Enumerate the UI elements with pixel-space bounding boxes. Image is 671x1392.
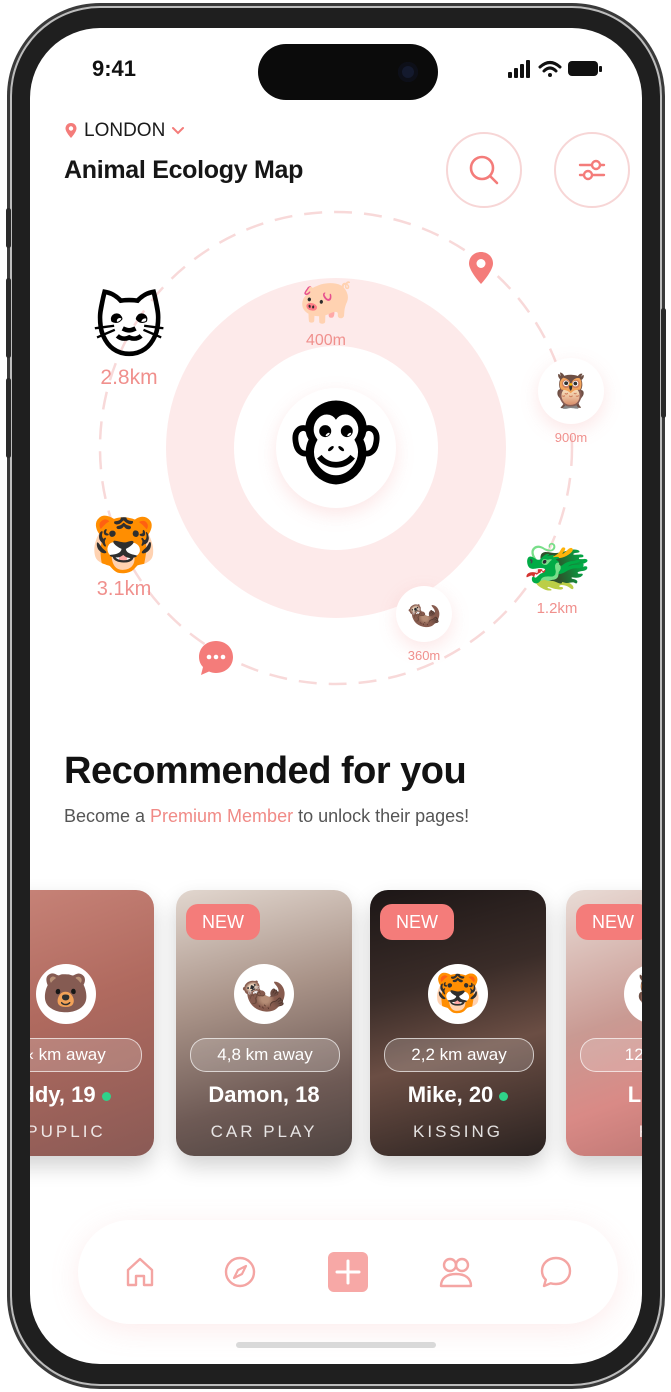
filter-button[interactable]	[554, 132, 630, 208]
new-badge: NEW	[186, 904, 260, 940]
chat-bubble-icon[interactable]	[196, 638, 236, 678]
nav-messages[interactable]	[534, 1250, 578, 1294]
search-icon	[469, 155, 499, 185]
page-title: Animal Ecology Map	[64, 156, 304, 184]
new-badge: NEW	[380, 904, 454, 940]
premium-member-link[interactable]: Premium Member	[150, 806, 293, 826]
map-animal-emoji: 🦉	[549, 372, 593, 410]
card-avatar: 🐻	[36, 964, 96, 1024]
filter-icon	[578, 159, 606, 181]
map-animal-emoji: 🐖	[298, 277, 354, 326]
home-indicator	[236, 1342, 436, 1348]
card-name: Look	[627, 1082, 642, 1107]
map-animal-tiger[interactable]: 🐯 3.1km	[66, 518, 182, 601]
nav-add[interactable]	[326, 1250, 370, 1294]
center-animal-emoji: 🐵	[285, 398, 387, 497]
battery-icon	[568, 61, 602, 76]
volume-up-button	[6, 278, 11, 358]
profile-card[interactable]: W 🐻 ‹ km away ddy, 19 PUPLIC	[30, 890, 154, 1156]
map-animal-distance: 360m	[407, 648, 441, 663]
nav-community[interactable]	[434, 1250, 478, 1294]
app-screen: 9:41 LONDON Animal Ecology Map 🐵 🐱 2.8km…	[30, 28, 642, 1364]
home-icon	[126, 1257, 154, 1287]
online-indicator	[101, 1091, 111, 1101]
subtitle-text-pre: Become a	[64, 806, 151, 826]
card-avatar: 🦉	[624, 964, 642, 1024]
new-badge: NEW	[576, 904, 642, 940]
map-animal-emoji: 🐲	[522, 534, 592, 597]
power-button	[661, 308, 666, 418]
map-animal-distance: 900m	[554, 430, 588, 445]
map-pin-icon[interactable]	[466, 250, 496, 286]
recommended-title: Recommended for you	[64, 750, 467, 792]
profile-card[interactable]: NEW 🦦 4,8 km away Damon, 18 CAR PLAY	[176, 890, 352, 1156]
card-tag: KO	[566, 1122, 642, 1142]
volume-down-button	[6, 378, 11, 458]
people-icon	[439, 1257, 473, 1288]
map-animal-emoji: 🦦	[406, 598, 442, 629]
map-animal-distance: 400m	[305, 332, 347, 349]
card-name: Damon, 18	[208, 1082, 320, 1107]
wifi-icon	[538, 61, 562, 77]
map-animal-pig[interactable]: 🐖 400m	[282, 280, 370, 350]
profile-card[interactable]: NEW 🦉 12,5 km Look KO	[566, 890, 642, 1156]
ecology-map[interactable]: 🐵 🐱 2.8km 🐖 400m 🦉 900m 🐯 3.1km 🦦 360m 🐲…	[30, 208, 642, 728]
card-tag: CAR PLAY	[210, 1122, 318, 1141]
map-animal-cat[interactable]: 🐱 2.8km	[74, 292, 184, 390]
mute-switch	[6, 208, 11, 248]
dynamic-island	[258, 44, 438, 100]
chevron-down-icon	[172, 127, 185, 135]
nav-home[interactable]	[118, 1250, 162, 1294]
card-distance: ‹ km away	[30, 1038, 142, 1072]
subtitle-text-post: to unlock their pages!	[293, 806, 470, 826]
map-animal-dragon[interactable]: 🐲 1.2km	[514, 534, 600, 618]
card-name-text: Mike, 20	[407, 1082, 494, 1107]
card-tag: PUPLIC	[30, 1122, 106, 1141]
location-label: LONDON	[84, 120, 166, 141]
message-icon	[540, 1256, 572, 1288]
card-distance: 2,2 km away	[384, 1038, 534, 1072]
card-avatar: 🐯	[428, 964, 488, 1024]
search-button[interactable]	[446, 132, 522, 208]
map-animal-emoji: 🐱	[92, 288, 166, 366]
center-animal[interactable]: 🐵	[276, 388, 396, 508]
map-animal-owl[interactable]: 🦉	[538, 358, 604, 424]
map-animal-distance: 2.8km	[100, 366, 158, 389]
recommended-carousel[interactable]: W 🐻 ‹ km away ddy, 19 PUPLIC NEW 🦦 4,8 k…	[30, 890, 642, 1160]
map-animal-otter[interactable]: 🦦	[396, 586, 452, 642]
plus-icon	[328, 1252, 368, 1292]
bottom-nav	[78, 1220, 618, 1324]
recommended-subtitle: Become a Premium Member to unlock their …	[64, 806, 469, 827]
map-animal-distance: 1.2km	[536, 600, 578, 617]
profile-card[interactable]: NEW 🐯 2,2 km away Mike, 20 KISSING	[370, 890, 546, 1156]
card-name-text: ddy, 19	[30, 1082, 96, 1107]
card-distance: 12,5 km	[580, 1038, 642, 1072]
status-icons	[498, 56, 608, 82]
online-indicator	[499, 1091, 509, 1101]
status-time: 9:41	[92, 56, 137, 81]
card-avatar: 🦦	[234, 964, 294, 1024]
signal-icon	[508, 60, 530, 78]
map-animal-distance: 3.1km	[96, 578, 152, 600]
location-pin-icon	[65, 123, 77, 138]
map-animal-emoji: 🐯	[90, 515, 158, 575]
card-name: Mike, 20	[370, 1082, 546, 1108]
card-name: ddy, 19	[30, 1082, 154, 1108]
card-tag: KISSING	[413, 1122, 503, 1141]
nav-explore[interactable]	[218, 1250, 262, 1294]
card-distance: 4,8 km away	[190, 1038, 340, 1072]
compass-icon	[224, 1256, 256, 1288]
camera-icon	[398, 62, 418, 82]
location-selector[interactable]: LONDON	[64, 120, 185, 142]
